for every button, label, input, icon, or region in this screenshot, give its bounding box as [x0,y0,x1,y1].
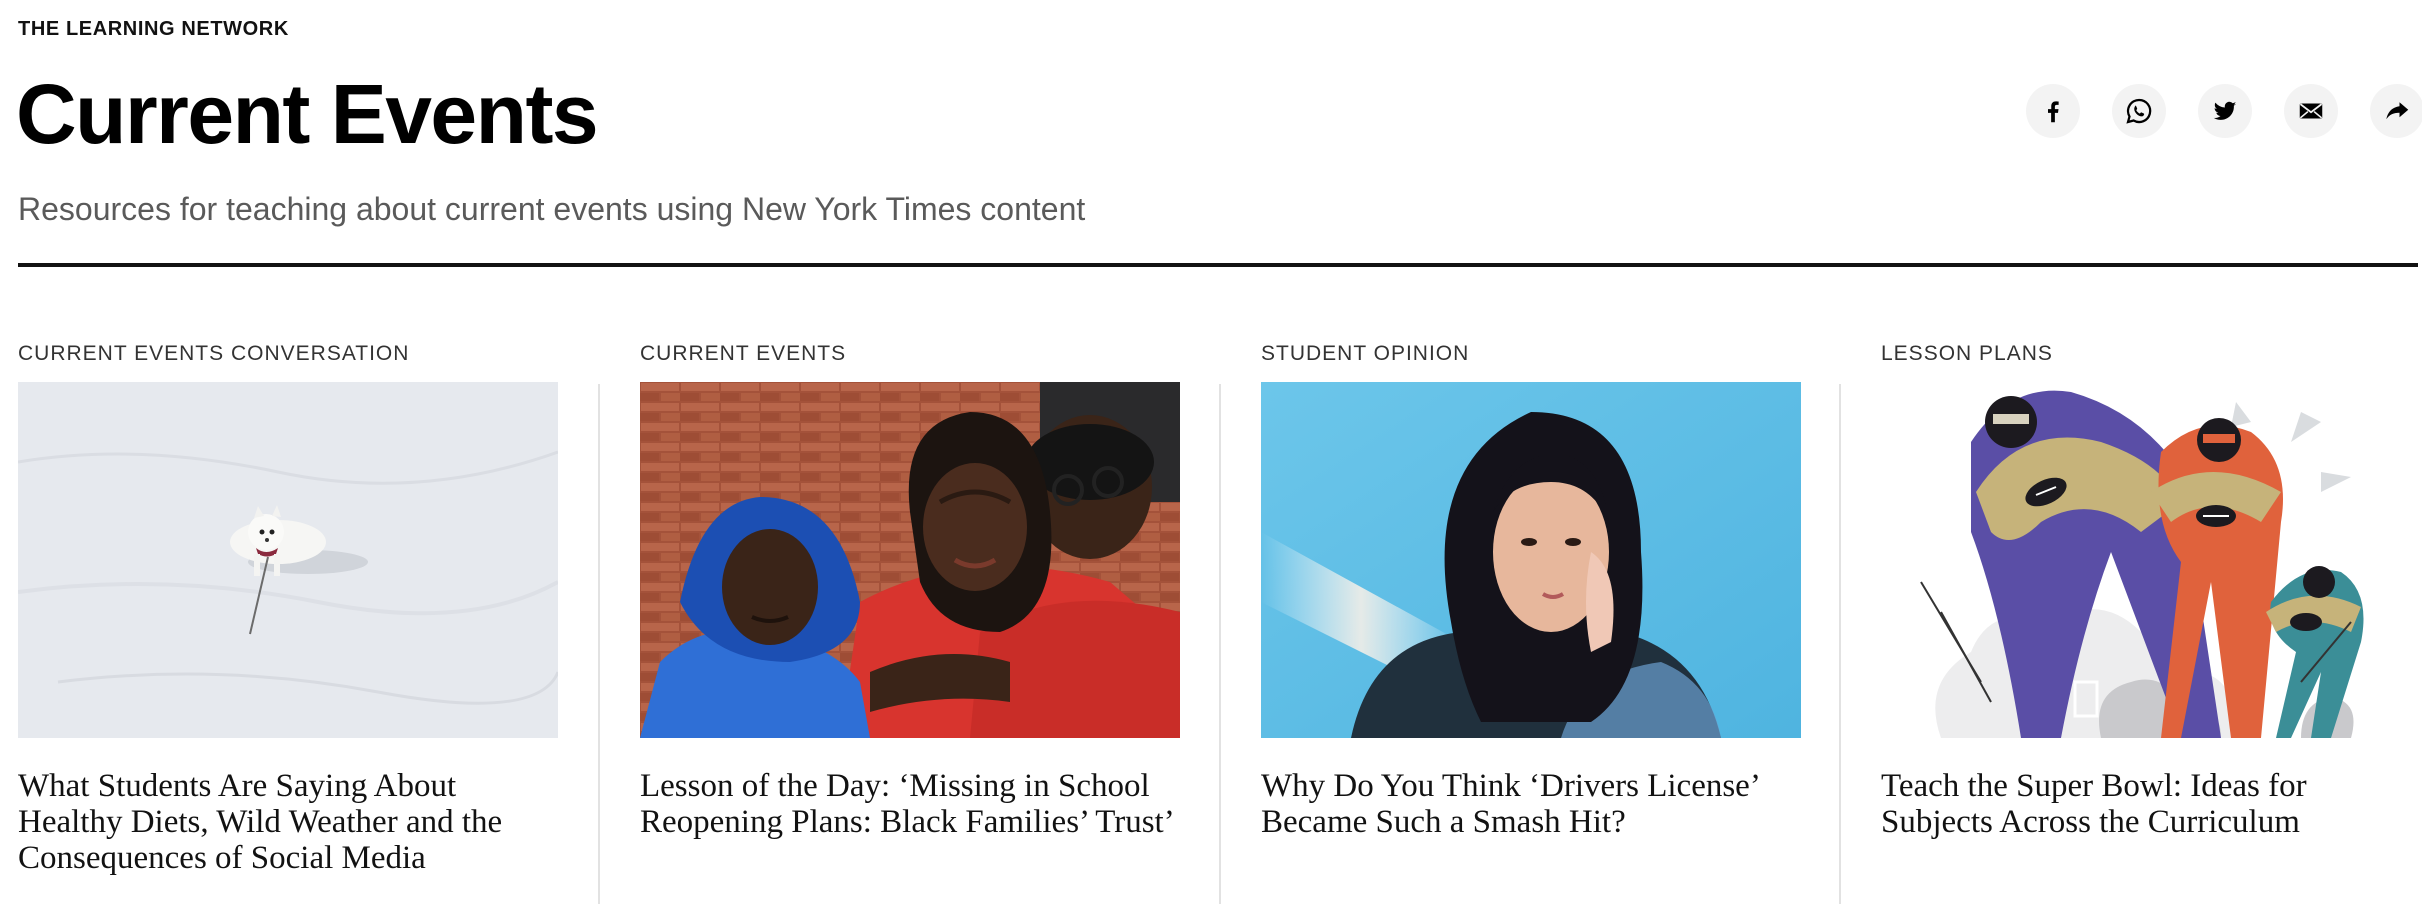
football-players-illustration [1881,382,2421,738]
dog-in-snow-image [18,382,558,738]
story-grid: CURRENT EVENTS CONVERSATION What Student… [0,340,2422,904]
story-card[interactable]: CURRENT EVENTS CONVERSATION What Student… [18,340,558,876]
singer-portrait-image [1261,382,1801,738]
story-label[interactable]: LESSON PLANS [1881,340,2421,368]
twitter-share-button[interactable] [2198,84,2252,138]
story-label[interactable]: CURRENT EVENTS [640,340,1180,368]
story-image[interactable] [640,382,1180,738]
more-share-button[interactable] [2370,84,2422,138]
page-subtitle: Resources for teaching about current eve… [18,191,1086,227]
story-label[interactable]: STUDENT OPINION [1261,340,1801,368]
header-rule [18,263,2418,267]
card-divider [598,384,600,904]
twitter-icon [2213,101,2237,120]
page-title: Current Events [16,67,599,161]
story-headline[interactable]: Lesson of the Day: ‘Missing in School Re… [640,768,1180,840]
section-kicker[interactable]: THE LEARNING NETWORK [18,18,289,41]
story-headline[interactable]: Why Do You Think ‘Drivers License’ Becam… [1261,768,1801,840]
story-image[interactable] [18,382,558,738]
story-card[interactable]: STUDENT OPINION Why Do You Think ‘Driver… [1261,340,1801,840]
story-card[interactable]: LESSON PLANS Teach the Super Bowl: Ideas… [1881,340,2421,840]
card-divider [1219,384,1221,904]
share-arrow-icon [2386,102,2409,120]
story-image[interactable] [1261,382,1801,738]
story-image[interactable] [1881,382,2421,738]
facebook-share-button[interactable] [2026,84,2080,138]
story-headline[interactable]: What Students Are Saying About Healthy D… [18,768,558,876]
facebook-icon [2048,101,2059,123]
family-portrait-image [640,382,1180,738]
email-icon [2299,103,2323,119]
share-toolbar [2026,84,2422,138]
card-divider [1839,384,1841,904]
whatsapp-icon [2126,98,2152,124]
story-label[interactable]: CURRENT EVENTS CONVERSATION [18,340,558,368]
story-card[interactable]: CURRENT EVENTS Lesson of the Day: ‘Missi… [640,340,1180,840]
story-headline[interactable]: Teach the Super Bowl: Ideas for Subjects… [1881,768,2421,840]
email-share-button[interactable] [2284,84,2338,138]
whatsapp-share-button[interactable] [2112,84,2166,138]
